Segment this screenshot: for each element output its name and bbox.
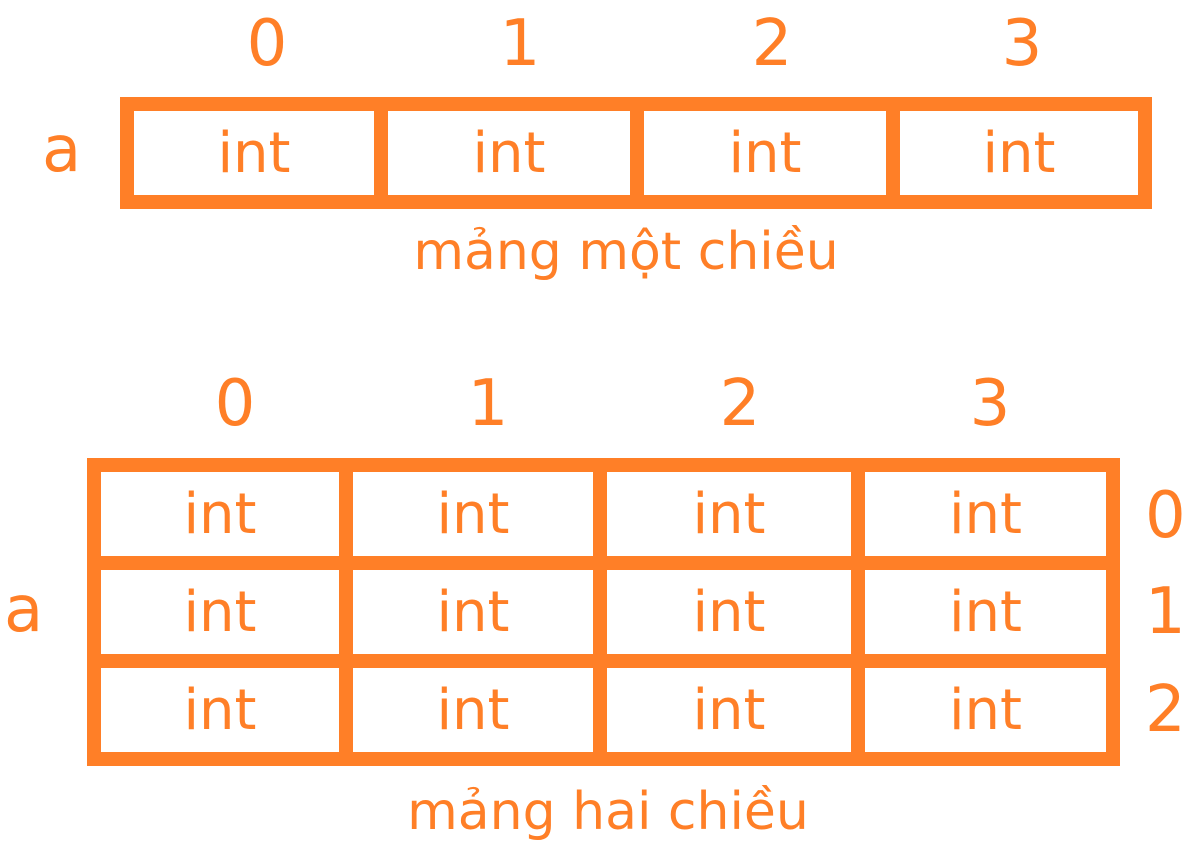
two-dim-column-divider (593, 458, 607, 766)
one-dim-variable-name: a (42, 113, 82, 187)
two-dim-row-index: 1 (1145, 575, 1186, 649)
two-dim-row-divider (87, 556, 1120, 570)
two-dim-cell: int (436, 481, 510, 547)
one-dim-caption: mảng một chiều (413, 222, 839, 282)
two-dim-cell: int (436, 677, 510, 743)
two-dim-column-index: 1 (467, 367, 509, 441)
one-dim-cell: int (217, 120, 291, 186)
two-dim-cell: int (183, 481, 257, 547)
two-dim-column-index: 3 (969, 367, 1011, 441)
two-dim-column-index: 2 (719, 367, 761, 441)
one-dim-column-index: 3 (1001, 7, 1043, 81)
one-dim-cell-divider (886, 97, 900, 209)
two-dim-cell: int (183, 579, 257, 645)
two-dim-variable-name: a (4, 573, 44, 647)
one-dim-cell: int (472, 120, 546, 186)
two-dim-cell: int (948, 579, 1022, 645)
two-dim-cell: int (692, 481, 766, 547)
one-dim-cell-divider (374, 97, 388, 209)
two-dim-cell: int (692, 677, 766, 743)
two-dim-row-index: 2 (1145, 673, 1186, 747)
two-dim-cell: int (948, 481, 1022, 547)
two-dim-column-divider (339, 458, 353, 766)
one-dim-column-index: 1 (499, 7, 541, 81)
one-dim-column-index: 0 (246, 7, 288, 81)
two-dim-column-divider (851, 458, 865, 766)
two-dim-row-index: 0 (1145, 479, 1186, 553)
two-dim-column-index: 0 (214, 367, 256, 441)
two-dim-cell: int (692, 579, 766, 645)
two-dim-cell: int (183, 677, 257, 743)
two-dim-cell: int (436, 579, 510, 645)
one-dim-column-index: 2 (751, 7, 793, 81)
two-dim-row-divider (87, 654, 1120, 668)
two-dim-caption: mảng hai chiều (407, 782, 809, 842)
one-dim-cell: int (728, 120, 802, 186)
one-dim-cell: int (982, 120, 1056, 186)
two-dim-cell: int (948, 677, 1022, 743)
one-dim-cell-divider (630, 97, 644, 209)
